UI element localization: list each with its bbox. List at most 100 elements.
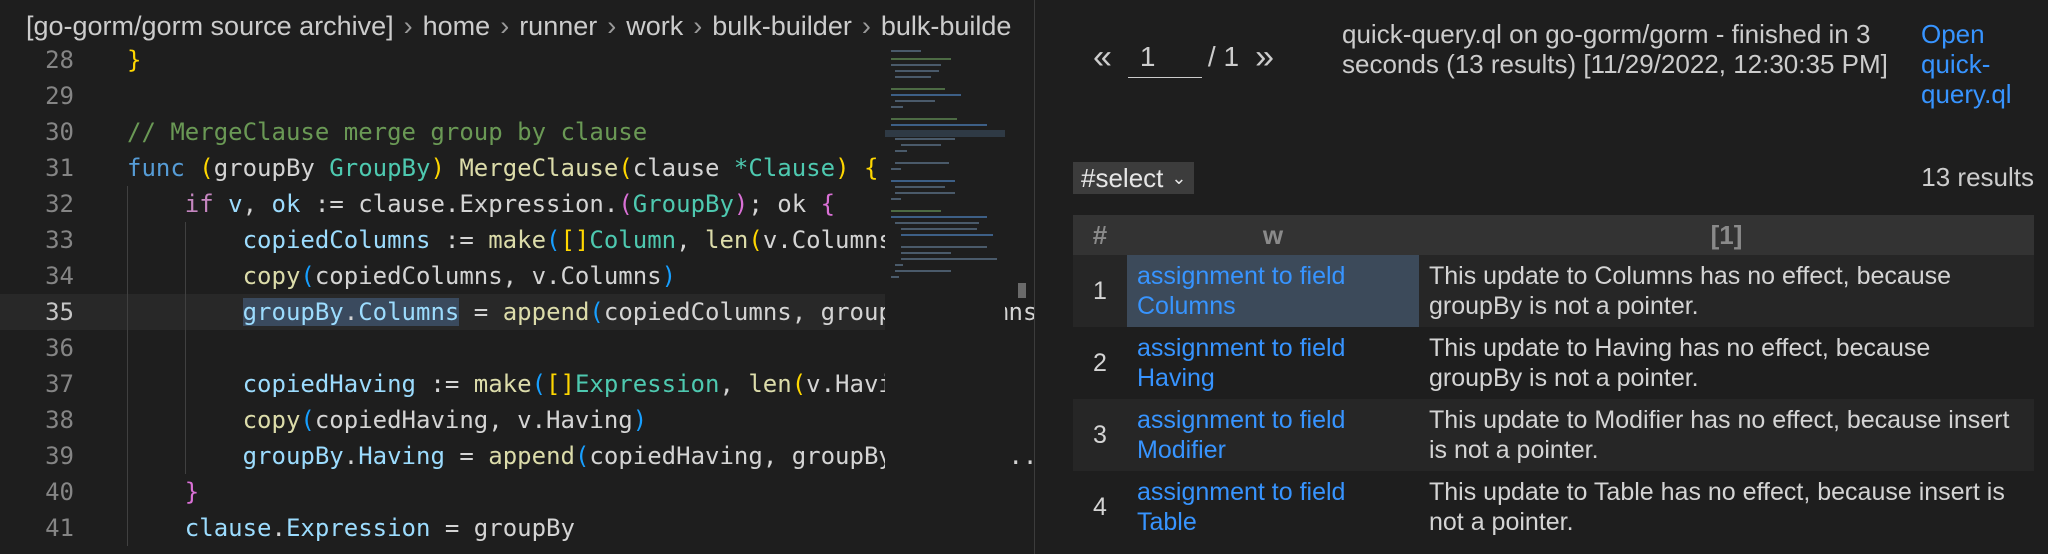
minimap-line (891, 198, 901, 200)
results-table: # w [1] 1 assignment to field Columns Th… (1073, 215, 2034, 543)
row-index: 1 (1073, 255, 1127, 327)
table-row[interactable]: 2 assignment to field Having This update… (1073, 327, 2034, 399)
chevron-right-icon: › (403, 10, 413, 41)
minimap[interactable] (885, 42, 1005, 554)
minimap-line (895, 270, 951, 272)
code-text: copy(copiedColumns, v.Columns) (242, 262, 677, 290)
result-message: This update to Modifier has no effect, b… (1419, 399, 2034, 471)
code-text: copiedHaving := make([]Expression, len(v… (242, 370, 951, 398)
minimap-viewport (885, 130, 1005, 137)
code-line[interactable]: 41 clause.Expression = groupBy (0, 510, 885, 546)
chevron-right-icon: › (500, 10, 510, 41)
code-line[interactable]: 40 } (0, 474, 885, 510)
result-set-select[interactable]: #select ⌄ (1073, 162, 1195, 194)
row-index: 3 (1073, 399, 1127, 471)
line-number: 35 (45, 298, 74, 326)
breadcrumb-item[interactable]: work (626, 11, 683, 42)
result-link[interactable]: assignment to field Modifier (1127, 399, 1419, 471)
minimap-line (891, 118, 957, 120)
breadcrumb-item[interactable]: home (423, 11, 491, 42)
minimap-line (895, 162, 949, 164)
code-text: clause.Expression = groupBy (184, 514, 575, 542)
minimap-line (895, 100, 935, 102)
page-number-input[interactable] (1127, 36, 1202, 78)
code-line[interactable]: 28} (0, 42, 885, 78)
line-number: 34 (45, 262, 74, 290)
line-number: 39 (45, 442, 74, 470)
scrollbar-thumb[interactable] (1018, 283, 1026, 298)
minimap-line (895, 186, 945, 188)
minimap-line (891, 124, 987, 126)
result-link[interactable]: assignment to field Columns (1127, 255, 1419, 327)
code-line[interactable]: 34 copy(copiedColumns, v.Columns) (0, 258, 885, 294)
line-number: 29 (45, 82, 74, 110)
minimap-line (891, 216, 987, 218)
next-page-icon[interactable]: » (1255, 38, 1274, 77)
minimap-line (891, 50, 921, 52)
result-message: This update to Having has no effect, bec… (1419, 327, 2034, 399)
code-text: } (184, 478, 200, 506)
table-row[interactable]: 3 assignment to field Modifier This upda… (1073, 399, 2034, 471)
line-number: 40 (45, 478, 74, 506)
line-number: 32 (45, 190, 74, 218)
query-status: quick-query.ql on go-gorm/gorm - finishe… (1342, 19, 1888, 79)
minimap-line (891, 210, 941, 212)
code-line[interactable]: 37 copiedHaving := make([]Expression, le… (0, 366, 951, 402)
code-line[interactable]: 30 // MergeClause merge group by clause (0, 114, 885, 150)
line-number: 28 (45, 46, 74, 74)
breadcrumb-item[interactable]: [go-gorm/gorm source archive] (26, 11, 394, 42)
result-link[interactable]: assignment to field Table (1127, 471, 1419, 543)
minimap-line (901, 234, 993, 236)
previous-page-icon[interactable]: « (1093, 38, 1112, 77)
minimap-line (891, 58, 951, 60)
breadcrumb-item[interactable]: bulk-builder (712, 11, 852, 42)
minimap-line (895, 222, 979, 224)
code-line[interactable]: 31 func (groupBy GroupBy) MergeClause(cla… (0, 150, 885, 186)
minimap-line (895, 138, 955, 140)
table-row[interactable]: 1 assignment to field Columns This updat… (1073, 255, 2034, 327)
chevron-right-icon: › (861, 10, 871, 41)
code-editor[interactable]: [go-gorm/gorm source archive] › home › run… (0, 0, 1035, 554)
minimap-line (891, 180, 955, 182)
line-number: 30 (45, 118, 74, 146)
column-header[interactable]: [1] (1419, 215, 2034, 255)
line-number: 41 (45, 514, 74, 542)
page-total: / 1 (1207, 41, 1240, 72)
code-line[interactable]: 39 groupBy.Having = append(copiedHaving,… (0, 438, 1035, 474)
minimap-line (891, 106, 903, 108)
result-set-label: #select (1081, 162, 1164, 193)
code-text: // MergeClause merge group by clause (127, 118, 648, 146)
code-text: copiedColumns := make([]Column, len(v.Co… (242, 226, 922, 254)
code-lines[interactable]: 28} 29 30 // MergeClause merge group by c… (0, 42, 1035, 546)
chevron-down-icon: ⌄ (1171, 167, 1187, 188)
code-line[interactable]: 32 if v, ok := clause.Expression.(GroupB… (0, 186, 885, 222)
code-line[interactable]: 38 copy(copiedHaving, v.Having) (0, 402, 885, 438)
result-message: This update to Table has no effect, beca… (1419, 471, 2034, 543)
minimap-line (891, 94, 961, 96)
code-line[interactable]: 36 (0, 330, 885, 366)
table-row[interactable]: 4 assignment to field Table This update … (1073, 471, 2034, 543)
minimap-line (901, 228, 977, 230)
code-text: if v, ok := clause.Expression.(GroupBy);… (184, 190, 836, 218)
line-number: 33 (45, 226, 74, 254)
minimap-line (891, 88, 945, 90)
breadcrumb-item[interactable]: bulk-builde (881, 11, 1012, 42)
column-header[interactable]: # (1073, 215, 1127, 255)
code-text: func (groupBy GroupBy) MergeClause(claus… (127, 154, 879, 182)
chevron-right-icon: › (607, 10, 617, 41)
code-text: } (127, 46, 142, 74)
row-index: 2 (1073, 327, 1127, 399)
breadcrumb-item[interactable]: runner (519, 11, 597, 42)
minimap-line (895, 150, 907, 152)
minimap-line (895, 76, 931, 78)
result-link[interactable]: assignment to field Having (1127, 327, 1419, 399)
minimap-line (901, 252, 951, 254)
code-line[interactable]: 33 copiedColumns := make([]Column, len(v… (0, 222, 922, 258)
line-number: 36 (45, 334, 74, 362)
code-line[interactable]: 29 (0, 78, 885, 114)
minimap-line (891, 64, 941, 66)
code-line-current[interactable]: 35 groupBy.Columns = append(copiedColumn… (0, 294, 1035, 330)
table-header-row: # w [1] (1073, 215, 2034, 255)
open-query-link[interactable]: Open quick-query.ql (1921, 19, 2041, 109)
column-header[interactable]: w (1127, 215, 1419, 255)
